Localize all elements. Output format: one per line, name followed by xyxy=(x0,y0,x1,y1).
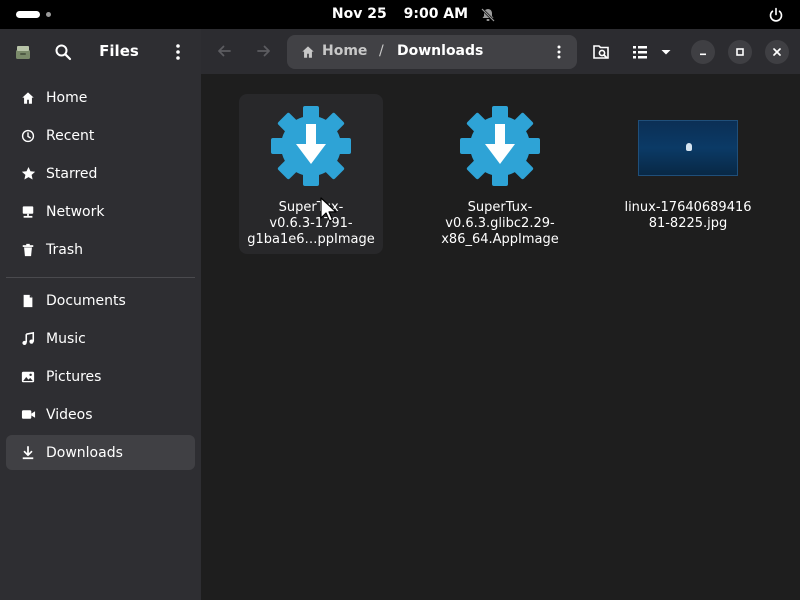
star-icon xyxy=(20,166,36,182)
sidebar-item-label: Recent xyxy=(46,127,95,144)
sidebar-item-recent[interactable]: Recent xyxy=(6,118,195,153)
close-icon xyxy=(773,48,781,56)
sidebar-item-trash[interactable]: Trash xyxy=(6,232,195,267)
sidebar-separator xyxy=(6,277,195,278)
breadcrumb-home[interactable]: Home xyxy=(322,43,367,59)
sidebar-item-label: Videos xyxy=(46,406,93,423)
breadcrumb-separator: / xyxy=(379,43,384,59)
notifications-off-icon xyxy=(481,8,495,22)
breadcrumb-current[interactable]: Downloads xyxy=(397,43,483,59)
music-icon xyxy=(20,331,36,347)
home-icon xyxy=(302,46,314,58)
power-icon[interactable] xyxy=(768,7,784,23)
sidebar-item-label: Downloads xyxy=(46,444,123,461)
sidebar: Files Home Recent Starred Network Trash … xyxy=(0,29,201,600)
sidebar-item-videos[interactable]: Videos xyxy=(6,397,195,432)
file-name: SuperTux- v0.6.3.glibc2.29- x86_64.AppIm… xyxy=(441,200,559,247)
maximize-button[interactable] xyxy=(728,40,752,64)
file-item[interactable]: SuperTux- v0.6.3-1791- g1ba1e6…ppImage xyxy=(239,94,383,254)
maximize-icon xyxy=(736,48,744,56)
sidebar-item-label: Pictures xyxy=(46,368,102,385)
folder-menu-icon[interactable] xyxy=(551,44,567,60)
search-files-icon[interactable] xyxy=(592,43,610,61)
clock[interactable]: Nov 25 9:00 AM xyxy=(0,6,800,22)
sidebar-item-label: Network xyxy=(46,203,105,220)
search-icon[interactable] xyxy=(54,43,72,61)
view-options-dropdown-icon[interactable] xyxy=(658,44,674,60)
home-icon xyxy=(20,90,36,106)
picture-icon xyxy=(20,369,36,385)
file-name: linux-17640689416 81-8225.jpg xyxy=(624,200,752,231)
system-top-bar: Nov 25 9:00 AM xyxy=(0,0,800,29)
sidebar-item-label: Starred xyxy=(46,165,98,182)
file-manager-icon xyxy=(16,46,30,59)
sidebar-item-label: Trash xyxy=(46,241,83,258)
network-icon xyxy=(20,204,36,220)
header-bar: Home / Downloads xyxy=(201,29,800,74)
sidebar-item-documents[interactable]: Documents xyxy=(6,283,195,318)
sidebar-header: Files xyxy=(0,29,201,74)
app-title: Files xyxy=(99,42,139,60)
list-view-icon[interactable] xyxy=(631,43,649,61)
sidebar-item-downloads[interactable]: Downloads xyxy=(6,435,195,470)
clock-date: Nov 25 xyxy=(331,6,387,22)
file-item[interactable]: linux-17640689416 81-8225.jpg xyxy=(616,94,760,254)
sidebar-item-music[interactable]: Music xyxy=(6,321,195,356)
close-button[interactable] xyxy=(765,40,789,64)
sidebar-item-starred[interactable]: Starred xyxy=(6,156,195,191)
file-item[interactable]: SuperTux- v0.6.3.glibc2.29- x86_64.AppIm… xyxy=(428,94,572,254)
clock-icon xyxy=(20,128,36,144)
sidebar-item-pictures[interactable]: Pictures xyxy=(6,359,195,394)
file-name: SuperTux- v0.6.3-1791- g1ba1e6…ppImage xyxy=(247,200,375,247)
sidebar-item-label: Music xyxy=(46,330,86,347)
main-menu-icon[interactable] xyxy=(170,43,186,61)
appimage-download-icon xyxy=(271,106,351,186)
thumbnail-logo xyxy=(686,143,692,151)
minimize-button[interactable] xyxy=(691,40,715,64)
sidebar-item-label: Documents xyxy=(46,292,126,309)
document-icon xyxy=(20,293,36,309)
trash-icon xyxy=(20,242,36,258)
sidebar-item-label: Home xyxy=(46,89,88,106)
download-icon xyxy=(20,445,36,461)
forward-arrow-icon[interactable] xyxy=(256,43,272,59)
image-thumbnail xyxy=(638,120,738,176)
sidebar-item-network[interactable]: Network xyxy=(6,194,195,229)
path-bar: Home / Downloads xyxy=(287,35,577,69)
minimize-icon xyxy=(700,53,706,56)
appimage-download-icon xyxy=(460,106,540,186)
video-icon xyxy=(20,407,36,423)
back-arrow-icon[interactable] xyxy=(216,43,232,59)
mouse-cursor-icon xyxy=(320,197,337,222)
sidebar-item-home[interactable]: Home xyxy=(6,80,195,115)
file-grid: SuperTux- v0.6.3-1791- g1ba1e6…ppImage S… xyxy=(201,74,800,600)
clock-time: 9:00 AM xyxy=(403,6,469,22)
